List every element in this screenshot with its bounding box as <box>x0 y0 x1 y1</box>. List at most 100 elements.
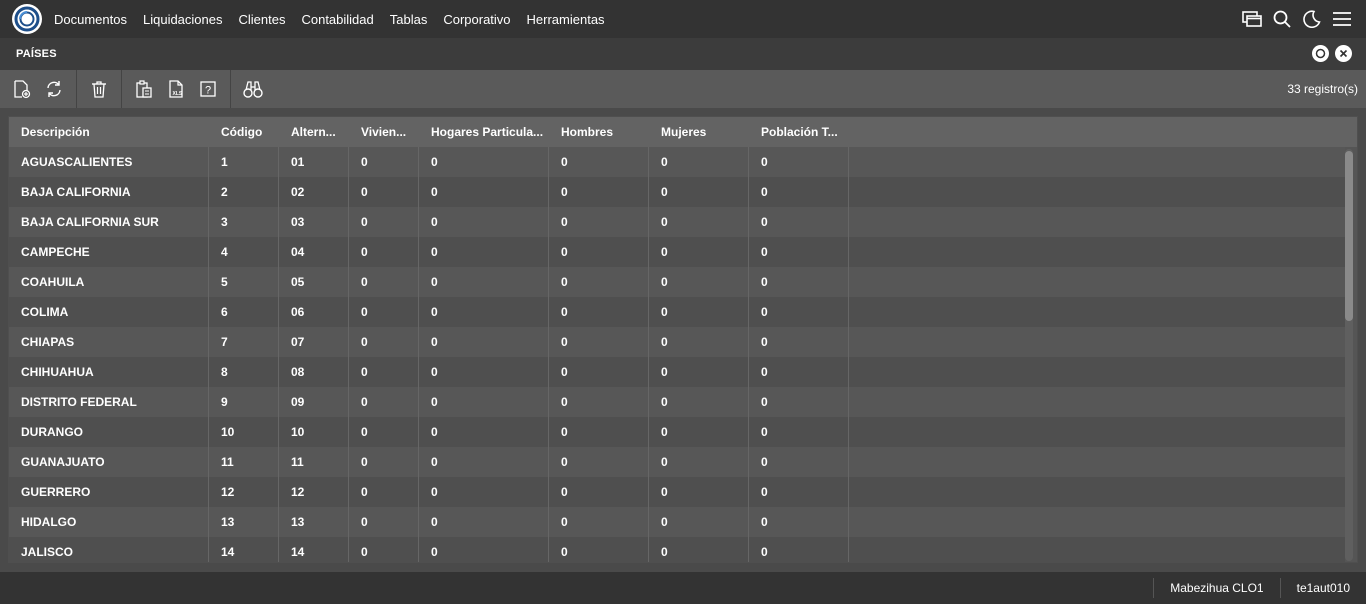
table-cell: CAMPECHE <box>9 237 209 267</box>
refresh-button[interactable] <box>38 73 70 105</box>
vertical-scrollbar[interactable] <box>1345 149 1353 561</box>
top-navbar: Documentos Liquidaciones Clientes Contab… <box>0 0 1366 38</box>
table-cell: 0 <box>749 507 849 537</box>
page-header: PAÍSES <box>0 38 1366 70</box>
table-cell: 0 <box>649 207 749 237</box>
new-record-button[interactable] <box>6 73 38 105</box>
table-row[interactable]: BAJA CALIFORNIA 2 02 0 0 0 0 0 <box>9 177 1345 207</box>
help-button[interactable]: ? <box>192 73 224 105</box>
menu-icon[interactable] <box>1332 9 1352 29</box>
close-button[interactable] <box>1335 45 1352 62</box>
column-header-alterno[interactable]: Altern... <box>279 117 349 147</box>
table-cell: 0 <box>349 477 419 507</box>
table-cell: 05 <box>279 267 349 297</box>
menu-liquidaciones[interactable]: Liquidaciones <box>143 12 223 27</box>
table-cell: 0 <box>749 237 849 267</box>
table-cell: 0 <box>349 357 419 387</box>
table-cell: 0 <box>649 327 749 357</box>
column-header-poblacion[interactable]: Población T... <box>749 117 849 147</box>
table-row[interactable]: DURANGO 10 10 0 0 0 0 0 <box>9 417 1345 447</box>
refresh-icon <box>47 81 61 97</box>
app-logo[interactable] <box>12 4 42 34</box>
menu-tablas[interactable]: Tablas <box>390 12 428 27</box>
column-header-mujeres[interactable]: Mujeres <box>649 117 749 147</box>
toolbar: XLS ? 33 registro(s) <box>0 70 1366 108</box>
grid-body: AGUASCALIENTES 1 01 0 0 0 0 0 BAJA CALIFORNIA 2 02… <box>9 147 1345 562</box>
column-header-viviendas[interactable]: Vivien... <box>349 117 419 147</box>
table-row[interactable]: GUERRERO 12 12 0 0 0 0 0 <box>9 477 1345 507</box>
toolbar-group-search <box>231 70 275 108</box>
table-cell: 0 <box>419 417 549 447</box>
table-cell: 0 <box>749 447 849 477</box>
delete-button[interactable] <box>83 73 115 105</box>
toolbar-group-delete <box>77 70 122 108</box>
table-cell: 6 <box>209 297 279 327</box>
table-cell: 13 <box>209 507 279 537</box>
table-cell: 0 <box>549 147 649 177</box>
table-cell: BAJA CALIFORNIA SUR <box>9 207 209 237</box>
table-cell: 0 <box>649 387 749 417</box>
xls-file-icon: XLS <box>169 80 183 98</box>
copy-button[interactable] <box>128 73 160 105</box>
table-cell: DISTRITO FEDERAL <box>9 387 209 417</box>
table-cell: 0 <box>349 387 419 417</box>
table-cell: 7 <box>209 327 279 357</box>
table-cell: 8 <box>209 357 279 387</box>
export-xls-button[interactable]: XLS <box>160 73 192 105</box>
moon-icon[interactable] <box>1302 9 1322 29</box>
status-bar: Mabezihua CLO1 te1aut010 <box>0 572 1366 604</box>
search-icon[interactable] <box>1272 9 1292 29</box>
table-cell: 0 <box>349 507 419 537</box>
table-cell: 0 <box>419 267 549 297</box>
column-header-descripcion[interactable]: Descripción <box>9 117 209 147</box>
table-cell: HIDALGO <box>9 507 209 537</box>
table-row[interactable]: CHIAPAS 7 07 0 0 0 0 0 <box>9 327 1345 357</box>
table-cell: 0 <box>649 177 749 207</box>
menu-clientes[interactable]: Clientes <box>239 12 286 27</box>
table-cell: 5 <box>209 267 279 297</box>
table-cell: 0 <box>549 477 649 507</box>
table-row[interactable]: DISTRITO FEDERAL 9 09 0 0 0 0 0 <box>9 387 1345 417</box>
table-cell: 0 <box>649 147 749 177</box>
table-row[interactable]: HIDALGO 13 13 0 0 0 0 0 <box>9 507 1345 537</box>
table-cell: 0 <box>419 387 549 417</box>
column-header-hombres[interactable]: Hombres <box>549 117 649 147</box>
table-cell: 0 <box>419 207 549 237</box>
table-row[interactable]: CHIHUAHUA 8 08 0 0 0 0 0 <box>9 357 1345 387</box>
table-cell: 0 <box>649 447 749 477</box>
table-cell: 13 <box>279 507 349 537</box>
table-row[interactable]: GUANAJUATO 11 11 0 0 0 0 0 <box>9 447 1345 477</box>
scrollbar-thumb[interactable] <box>1345 151 1353 321</box>
table-row[interactable]: CAMPECHE 4 04 0 0 0 0 0 <box>9 237 1345 267</box>
find-button[interactable] <box>237 73 269 105</box>
table-row[interactable]: BAJA CALIFORNIA SUR 3 03 0 0 0 0 0 <box>9 207 1345 237</box>
table-cell: 0 <box>419 297 549 327</box>
table-cell: COAHUILA <box>9 267 209 297</box>
table-cell: 0 <box>749 147 849 177</box>
table-cell: 01 <box>279 147 349 177</box>
table-row[interactable]: COLIMA 6 06 0 0 0 0 0 <box>9 297 1345 327</box>
table-cell: 02 <box>279 177 349 207</box>
menu-contabilidad[interactable]: Contabilidad <box>301 12 373 27</box>
table-cell: 0 <box>549 297 649 327</box>
table-cell: CHIHUAHUA <box>9 357 209 387</box>
table-row[interactable]: AGUASCALIENTES 1 01 0 0 0 0 0 <box>9 147 1345 177</box>
table-cell: 0 <box>419 237 549 267</box>
table-row[interactable]: JALISCO 14 14 0 0 0 0 0 <box>9 537 1345 562</box>
column-header-codigo[interactable]: Código <box>209 117 279 147</box>
windows-icon[interactable] <box>1242 9 1262 29</box>
table-cell: 0 <box>419 357 549 387</box>
binoculars-icon <box>243 81 263 98</box>
menu-documentos[interactable]: Documentos <box>54 12 127 27</box>
table-cell: 0 <box>419 537 549 562</box>
menu-herramientas[interactable]: Herramientas <box>527 12 605 27</box>
table-cell: 0 <box>549 177 649 207</box>
table-row[interactable]: COAHUILA 5 05 0 0 0 0 0 <box>9 267 1345 297</box>
menu-corporativo[interactable]: Corporativo <box>443 12 510 27</box>
column-header-hogares[interactable]: Hogares Particula... <box>419 117 549 147</box>
restore-button[interactable] <box>1312 45 1329 62</box>
table-cell: 0 <box>549 417 649 447</box>
table-cell: 0 <box>419 147 549 177</box>
svg-text:XLS: XLS <box>173 91 183 97</box>
page-title: PAÍSES <box>16 48 57 60</box>
